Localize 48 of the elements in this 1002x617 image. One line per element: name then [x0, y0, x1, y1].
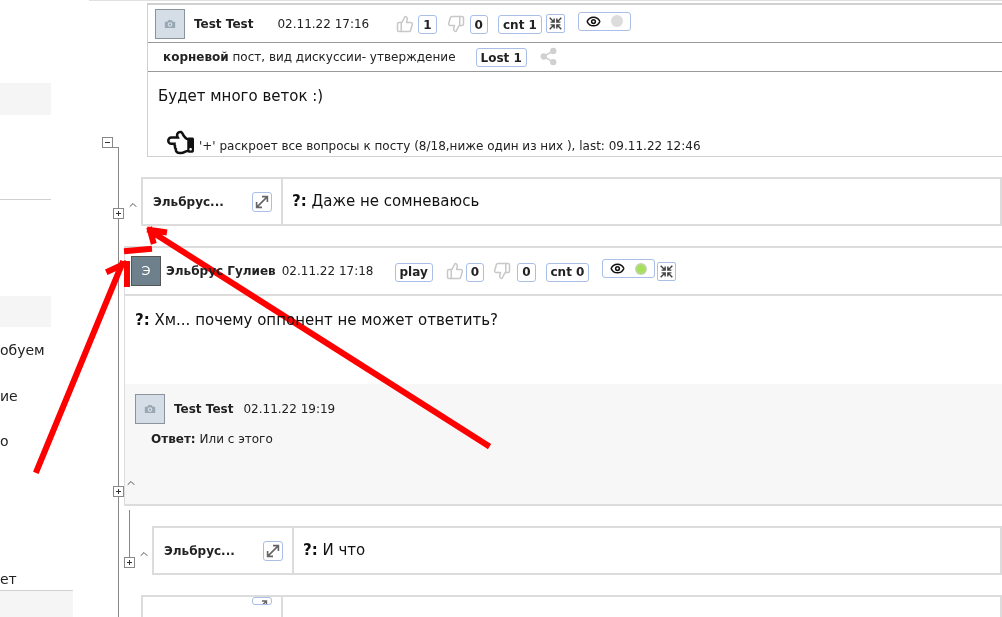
expand-icon[interactable] — [252, 597, 272, 605]
answer-text: Ответ: Или с этого — [151, 431, 274, 448]
author-name: Эльбрус... — [153, 193, 224, 211]
camera-icon — [143, 402, 157, 416]
sidebar-text: обуем — [0, 341, 46, 359]
plus-icon — [115, 488, 122, 495]
sidebar-text: ет — [0, 570, 18, 588]
eye-icon — [585, 13, 601, 29]
eye-icon — [610, 261, 626, 276]
avatar: Э — [131, 256, 161, 286]
expand-icon[interactable] — [263, 540, 283, 561]
post-body: Будет много веток :) — [158, 85, 325, 107]
post-type-text: корневой пост, вид дискуссии- утверждение — [163, 48, 456, 66]
thumbs-up-icon[interactable] — [396, 14, 415, 33]
sidebar-text: о — [0, 432, 10, 450]
minus-icon — [104, 139, 111, 146]
plus-icon — [126, 559, 133, 566]
pointing-hand-icon — [167, 129, 194, 156]
thumbs-down-icon[interactable] — [493, 262, 512, 280]
question-text: ?: И что — [303, 540, 366, 562]
expand-icon[interactable] — [252, 191, 272, 212]
tree-toggle[interactable] — [113, 486, 124, 497]
lost-count: Lost 1 — [475, 48, 527, 68]
compress-icon[interactable] — [657, 261, 677, 281]
seen-indicator[interactable] — [602, 259, 656, 278]
dislike-count: 0 — [469, 15, 488, 35]
dislike-count: 0 — [517, 262, 536, 282]
hint-text: '+' раскроет все вопросы к посту (8/18,ниже один из них ), last: 09.11.22 12:46 — [199, 137, 701, 155]
question-text: ?: Даже не сомневаюсь — [292, 191, 480, 213]
comment-count: cnt 1 — [497, 15, 542, 35]
post-date: 02.11.22 17:16 — [277, 15, 370, 33]
reply-date: 02.11.22 19:19 — [243, 401, 336, 418]
seen-indicator[interactable] — [577, 11, 631, 31]
plus-icon — [115, 210, 122, 217]
thumbs-up-icon[interactable] — [445, 262, 464, 280]
author-name: Test Test — [174, 401, 234, 418]
comment-count: cnt 0 — [545, 262, 590, 282]
thumbs-down-icon[interactable] — [446, 14, 465, 33]
like-count: 0 — [465, 262, 485, 282]
author-name: Test Test — [194, 15, 254, 33]
sidebar-text: ие — [0, 387, 19, 405]
tree-toggle[interactable] — [124, 557, 135, 568]
like-count: 1 — [418, 15, 437, 35]
tree-toggle[interactable] — [113, 208, 124, 219]
author-name: Эльбрус... — [164, 542, 235, 560]
compress-icon[interactable] — [545, 14, 565, 34]
tree-toggle[interactable] — [102, 137, 113, 148]
post-date: 02.11.22 17:18 — [281, 263, 374, 280]
